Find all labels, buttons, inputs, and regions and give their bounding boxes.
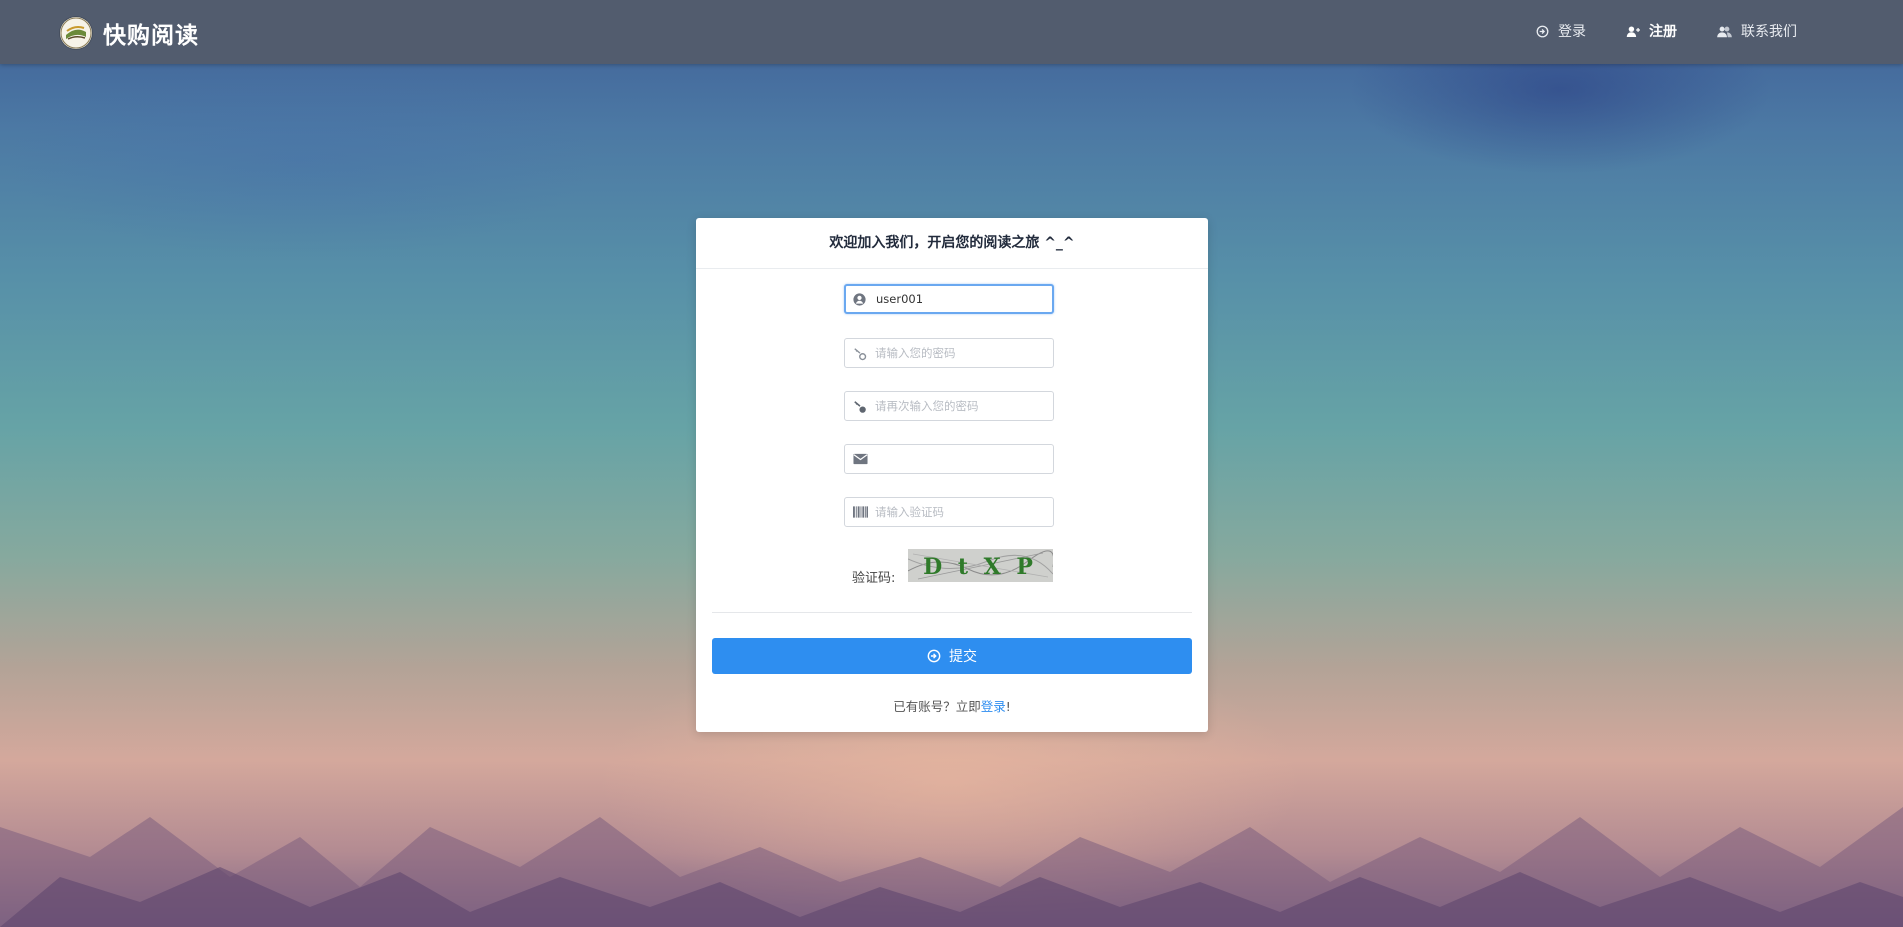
nav-contact-label: 联系我们: [1741, 24, 1797, 40]
login-icon: [1536, 25, 1549, 37]
contact-icon: [1717, 26, 1732, 37]
envelope-icon: [853, 453, 868, 465]
email-field[interactable]: [844, 444, 1054, 474]
login-link[interactable]: 登录: [981, 699, 1006, 714]
key-icon: [854, 348, 867, 361]
key-icon: [854, 401, 866, 413]
captcha-text: D t X P: [923, 554, 1037, 580]
background-mountains: [0, 707, 1903, 927]
captcha-image[interactable]: D t X P: [908, 549, 1053, 582]
top-nav: 登录 注册 联系我们: [1496, 0, 1797, 62]
login-prompt-text: 已有账号？立即: [893, 699, 981, 714]
confirm-password-input[interactable]: [875, 392, 1047, 420]
username-field[interactable]: [844, 284, 1054, 314]
top-navbar: 快购阅读 登录 注册 联系我们: [0, 0, 1903, 64]
nav-login[interactable]: 登录: [1536, 21, 1586, 41]
captcha-input[interactable]: [875, 498, 1047, 526]
logo-icon: [60, 17, 92, 49]
login-prompt-suffix: !: [1005, 699, 1011, 714]
password-input[interactable]: [875, 339, 1047, 367]
nav-register[interactable]: 注册: [1626, 21, 1677, 41]
submit-label: 提交: [949, 649, 977, 665]
brand[interactable]: 快购阅读: [60, 16, 199, 50]
brand-name: 快购阅读: [103, 23, 199, 49]
nav-login-label: 登录: [1558, 24, 1586, 40]
user-circle-icon: [853, 293, 866, 306]
password-field[interactable]: [844, 338, 1054, 368]
divider: [712, 612, 1192, 613]
email-input[interactable]: [875, 445, 1047, 473]
confirm-password-field[interactable]: [844, 391, 1054, 421]
login-icon: [927, 649, 941, 663]
register-card: 欢迎加入我们，开启您的阅读之旅 ^_^ user001 请输入验证码 验证码: …: [696, 218, 1208, 732]
nav-register-label: 注册: [1649, 24, 1677, 40]
login-prompt: 已有账号？立即登录!: [696, 696, 1208, 715]
username-input[interactable]: [876, 286, 1048, 312]
barcode-icon: [853, 506, 868, 518]
captcha-field[interactable]: [844, 497, 1054, 527]
captcha-label: 验证码:: [852, 571, 896, 586]
add-user-icon: [1626, 25, 1640, 37]
submit-button[interactable]: 提交: [712, 638, 1192, 674]
card-title: 欢迎加入我们，开启您的阅读之旅 ^_^: [696, 218, 1208, 269]
nav-contact[interactable]: 联系我们: [1717, 21, 1797, 41]
